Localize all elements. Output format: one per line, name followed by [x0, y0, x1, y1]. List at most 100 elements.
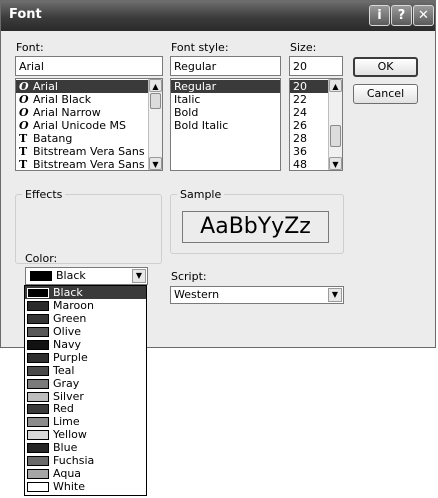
list-item[interactable]: Bold [171, 106, 280, 119]
scroll-up-arrow-icon[interactable]: ▲ [149, 79, 162, 92]
help-button[interactable]: ? [391, 5, 412, 26]
color-option-label: Green [53, 311, 87, 325]
list-item-label: Bitstream Vera Sans M [33, 158, 158, 171]
list-item[interactable]: O Arial Unicode MS [16, 119, 162, 132]
color-dropdown-list[interactable]: Black Maroon Green Olive Navy Purple Teal Gray S… [24, 285, 147, 496]
color-option[interactable]: Blue [25, 441, 146, 454]
color-option[interactable]: Black [25, 286, 146, 299]
font-label: Font: [16, 41, 44, 54]
color-swatch [27, 365, 49, 376]
color-option-label: Navy [53, 337, 81, 351]
font-style-input[interactable]: Regular [170, 56, 281, 76]
opentype-icon: O [19, 106, 29, 119]
info-icon: i [377, 8, 382, 23]
color-option[interactable]: Aqua [25, 467, 146, 480]
list-item[interactable]: Italic [171, 93, 280, 106]
color-swatch [27, 313, 49, 324]
color-option[interactable]: Navy [25, 338, 146, 351]
close-button[interactable]: ✕ [413, 5, 434, 26]
color-option-label: Aqua [53, 467, 82, 481]
color-option-label: Lime [53, 415, 80, 429]
list-item-label: Arial Narrow [33, 106, 101, 119]
list-item-label: Bitstream Vera Sans [33, 145, 145, 158]
color-swatch [27, 391, 49, 402]
info-button[interactable]: i [369, 5, 390, 26]
color-option-label: Teal [53, 363, 75, 377]
color-swatch [27, 326, 49, 337]
color-swatch [27, 482, 49, 493]
color-option-label: Gray [53, 376, 80, 390]
script-select-value: Western [174, 288, 220, 301]
color-option[interactable]: Purple [25, 351, 146, 364]
color-select[interactable]: Black ▼ [25, 267, 148, 285]
effects-title: Effects [22, 188, 66, 201]
size-list[interactable]: 20 22 24 26 28 36 48 ▲ ▼ [289, 78, 343, 171]
font-name-input[interactable]: Arial [15, 56, 163, 76]
font-list-scrollbar[interactable]: ▲ ▼ [148, 79, 162, 170]
color-option-label: Maroon [53, 298, 94, 312]
scroll-down-arrow-icon[interactable]: ▼ [149, 157, 162, 170]
color-option[interactable]: Lime [25, 415, 146, 428]
scroll-thumb[interactable] [150, 93, 161, 109]
list-item[interactable]: T Bitstream Vera Sans M [16, 158, 162, 171]
title-bar[interactable]: Font i ? ✕ [1, 1, 435, 31]
color-option[interactable]: Yellow [25, 428, 146, 441]
color-swatch [27, 430, 49, 441]
list-item-label: Batang [33, 132, 73, 145]
color-option[interactable]: Teal [25, 364, 146, 377]
list-item[interactable]: Bold Italic [171, 119, 280, 132]
color-swatch [27, 417, 49, 428]
color-swatch [27, 288, 49, 298]
scroll-thumb[interactable] [330, 125, 341, 147]
color-option-label: Yellow [53, 428, 87, 442]
color-swatch [27, 300, 49, 311]
sample-preview: AaBbYyZz [182, 211, 329, 243]
color-option[interactable]: Gray [25, 377, 146, 390]
list-item[interactable]: T Batang [16, 132, 162, 145]
list-item[interactable]: O Arial Narrow [16, 106, 162, 119]
window-title: Font [9, 7, 42, 22]
opentype-icon: O [19, 93, 29, 106]
chevron-down-icon[interactable]: ▼ [328, 288, 342, 302]
script-label: Script: [171, 270, 207, 283]
truetype-icon: T [19, 158, 28, 171]
truetype-icon: T [19, 132, 28, 145]
color-option[interactable]: Maroon [25, 299, 146, 312]
color-option[interactable]: White [25, 480, 146, 493]
font-style-list[interactable]: Regular Italic Bold Bold Italic [170, 78, 281, 171]
color-swatch [30, 271, 52, 281]
color-option[interactable]: Olive [25, 325, 146, 338]
color-swatch [27, 404, 49, 415]
size-label: Size: [290, 41, 317, 54]
script-select[interactable]: Western ▼ [170, 286, 344, 304]
chevron-down-icon[interactable]: ▼ [132, 269, 146, 283]
help-icon: ? [397, 8, 406, 23]
color-option-label: Black [53, 286, 83, 299]
size-list-scrollbar[interactable]: ▲ ▼ [328, 79, 342, 170]
color-option[interactable]: Green [25, 312, 146, 325]
color-option[interactable]: Red [25, 402, 146, 415]
list-item[interactable]: O Arial [16, 80, 162, 93]
color-swatch [27, 456, 49, 467]
color-select-value: Black [56, 269, 86, 282]
list-item-label: Arial Unicode MS [33, 119, 126, 132]
opentype-icon: O [19, 119, 29, 132]
font-list[interactable]: O Arial O Arial Black O Arial Narrow O Arial Un… [15, 78, 163, 171]
size-input[interactable]: 20 [289, 56, 343, 76]
color-option-label: Fuchsia [53, 454, 95, 468]
color-option[interactable]: Silver [25, 390, 146, 403]
list-item[interactable]: T Bitstream Vera Sans [16, 145, 162, 158]
list-item-label: Arial [33, 80, 58, 93]
ok-button[interactable]: OK [353, 57, 418, 77]
font-style-label: Font style: [171, 41, 229, 54]
list-item[interactable]: O Arial Black [16, 93, 162, 106]
color-label: Color: [25, 252, 58, 265]
color-option[interactable]: Fuchsia [25, 454, 146, 467]
color-option-label: White [53, 480, 85, 494]
cancel-button[interactable]: Cancel [353, 84, 418, 104]
scroll-down-arrow-icon[interactable]: ▼ [329, 157, 342, 170]
color-swatch [27, 469, 49, 480]
color-option-label: Olive [53, 324, 82, 338]
list-item[interactable]: Regular [171, 80, 280, 93]
scroll-up-arrow-icon[interactable]: ▲ [329, 79, 342, 92]
